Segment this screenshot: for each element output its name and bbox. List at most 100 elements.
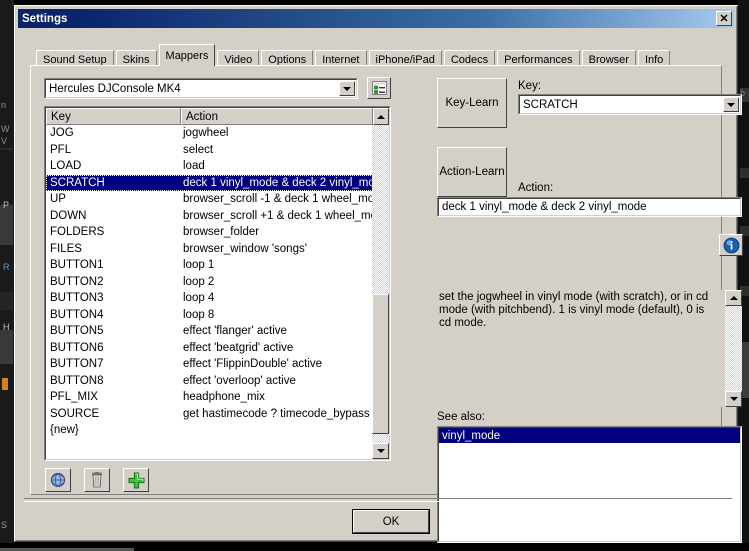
- dialog-inner-frame: Settings ✕ Sound Setup Skins Mappers Vid…: [15, 6, 737, 541]
- backdrop-detail: [0, 330, 13, 364]
- blue-disc-icon: [50, 472, 66, 488]
- backdrop-left-strip: [0, 0, 14, 551]
- row-key: FOLDERS: [46, 226, 181, 238]
- row-key: {new}: [46, 424, 181, 436]
- table-row[interactable]: JOGjogwheel: [46, 125, 373, 142]
- table-row[interactable]: BUTTON1loop 1: [46, 257, 373, 274]
- description-vertical-scrollbar[interactable]: [725, 290, 742, 407]
- column-header-key[interactable]: Key: [46, 108, 181, 125]
- row-key: BUTTON4: [46, 309, 181, 321]
- description-scroll-up-button[interactable]: [725, 290, 742, 306]
- list-scroll-up-button[interactable]: [373, 108, 389, 125]
- tab-mappers[interactable]: Mappers: [159, 44, 216, 66]
- table-row[interactable]: SCRATCHdeck 1 vinyl_mode & deck 2 vinyl_…: [46, 175, 373, 192]
- ok-button[interactable]: OK: [353, 510, 429, 533]
- table-row[interactable]: BUTTON2loop 2: [46, 274, 373, 291]
- table-row[interactable]: LOADload: [46, 158, 373, 175]
- row-action: loop 4: [181, 292, 373, 304]
- key-combo-value: SCRATCH: [519, 95, 741, 114]
- backdrop-text: R: [3, 262, 10, 272]
- list-rows: JOGjogwheelPFLselectLOADloadSCRATCHdeck …: [46, 125, 373, 459]
- see-also-list[interactable]: vinyl_mode: [437, 426, 742, 543]
- device-select-value: Hercules DJConsole MK4: [49, 83, 181, 95]
- green-plus-icon: [128, 472, 145, 489]
- column-header-action[interactable]: Action: [181, 108, 373, 125]
- table-row[interactable]: BUTTON6effect 'beatgrid' active: [46, 340, 373, 357]
- row-key: DOWN: [46, 210, 181, 222]
- action-description-text: set the jogwheel in vinyl mode (with scr…: [439, 291, 715, 330]
- table-row[interactable]: DOWNbrowser_scroll +1 & deck 1 wheel_mod…: [46, 208, 373, 225]
- add-mapping-button[interactable]: [123, 468, 149, 492]
- row-action: load: [181, 160, 373, 172]
- delete-mapping-button[interactable]: [84, 468, 110, 492]
- backdrop-text: H: [3, 322, 10, 332]
- see-also-rows: vinyl_mode: [439, 428, 740, 443]
- backdrop-text: P: [3, 200, 9, 210]
- description-scroll-down-button[interactable]: [725, 391, 742, 407]
- window-title: Settings: [22, 13, 67, 25]
- chevron-down-icon: [727, 103, 735, 107]
- backdrop-detail: [2, 378, 8, 390]
- action-field-label: Action:: [518, 182, 553, 194]
- backdrop-text: V: [1, 136, 7, 146]
- info-circle-icon: [723, 237, 740, 254]
- title-bar[interactable]: Settings ✕: [18, 9, 734, 28]
- table-row[interactable]: PFL_MIXheadphone_mix: [46, 389, 373, 406]
- settings-tabs[interactable]: Sound Setup Skins Mappers Video Options …: [36, 46, 688, 66]
- table-row[interactable]: BUTTON7effect 'FlippinDouble' active: [46, 356, 373, 373]
- table-row[interactable]: {new}: [46, 422, 373, 439]
- row-key: LOAD: [46, 160, 181, 172]
- list-scroll-down-button[interactable]: [372, 443, 389, 459]
- device-select-arrow[interactable]: [339, 81, 355, 96]
- action-info-button[interactable]: [719, 234, 743, 256]
- table-row[interactable]: BUTTON4loop 8: [46, 307, 373, 324]
- chevron-up-icon: [730, 296, 738, 300]
- backdrop-text: n: [1, 100, 6, 110]
- row-key: FILES: [46, 243, 181, 255]
- table-row[interactable]: FILESbrowser_window 'songs': [46, 241, 373, 258]
- list-scrollbar-thumb[interactable]: [372, 294, 389, 434]
- list-item[interactable]: vinyl_mode: [439, 428, 740, 443]
- action-input[interactable]: deck 1 vinyl_mode & deck 2 vinyl_mode: [437, 197, 742, 217]
- table-row[interactable]: FOLDERSbrowser_folder: [46, 224, 373, 241]
- see-also-label: See also:: [437, 411, 485, 423]
- footer-separator: [24, 498, 732, 502]
- table-row[interactable]: PFLselect: [46, 142, 373, 159]
- row-key: UP: [46, 193, 181, 205]
- table-row[interactable]: UPbrowser_scroll -1 & deck 1 wheel_mod..…: [46, 191, 373, 208]
- action-description-box: set the jogwheel in vinyl mode (with scr…: [437, 290, 742, 407]
- key-learn-button[interactable]: Key-Learn: [437, 78, 507, 128]
- backdrop-detail: [0, 148, 13, 150]
- backdrop-detail: [0, 292, 13, 310]
- backdrop-text: W: [1, 124, 10, 134]
- list-header: Key Action: [46, 108, 389, 125]
- row-action: effect 'overloop' active: [181, 375, 373, 387]
- action-learn-button[interactable]: Action-Learn: [437, 147, 507, 197]
- close-button[interactable]: ✕: [716, 11, 732, 26]
- row-key: BUTTON3: [46, 292, 181, 304]
- row-action: effect 'flanger' active: [181, 325, 373, 337]
- table-row[interactable]: BUTTON8effect 'overloop' active: [46, 373, 373, 390]
- table-row[interactable]: BUTTON3loop 4: [46, 290, 373, 307]
- row-key: BUTTON5: [46, 325, 181, 337]
- row-action: browser_folder: [181, 226, 373, 238]
- table-row[interactable]: SOURCEget hastimecode ? timecode_bypass …: [46, 406, 373, 423]
- list-vertical-scrollbar[interactable]: [372, 125, 389, 459]
- see-also-list-bevel: vinyl_mode: [438, 427, 741, 542]
- row-action: effect 'beatgrid' active: [181, 342, 373, 354]
- mapping-properties-button[interactable]: [367, 77, 391, 99]
- key-action-list[interactable]: Key Action JOGjogwheelPFLselectLOADloadS…: [44, 106, 391, 461]
- device-select[interactable]: Hercules DJConsole MK4: [44, 78, 358, 99]
- key-combo[interactable]: SCRATCH: [518, 94, 742, 115]
- chevron-down-icon: [730, 397, 738, 401]
- row-action: effect 'FlippinDouble' active: [181, 358, 373, 370]
- table-row[interactable]: BUTTON5effect 'flanger' active: [46, 323, 373, 340]
- row-action: headphone_mix: [181, 391, 373, 403]
- refresh-mapping-button[interactable]: [45, 468, 71, 492]
- row-key: BUTTON8: [46, 375, 181, 387]
- key-combo-arrow[interactable]: [723, 97, 739, 112]
- chevron-down-icon: [377, 449, 385, 453]
- close-icon: ✕: [719, 14, 728, 24]
- backdrop-detail: [0, 205, 13, 245]
- chevron-up-icon: [377, 115, 385, 119]
